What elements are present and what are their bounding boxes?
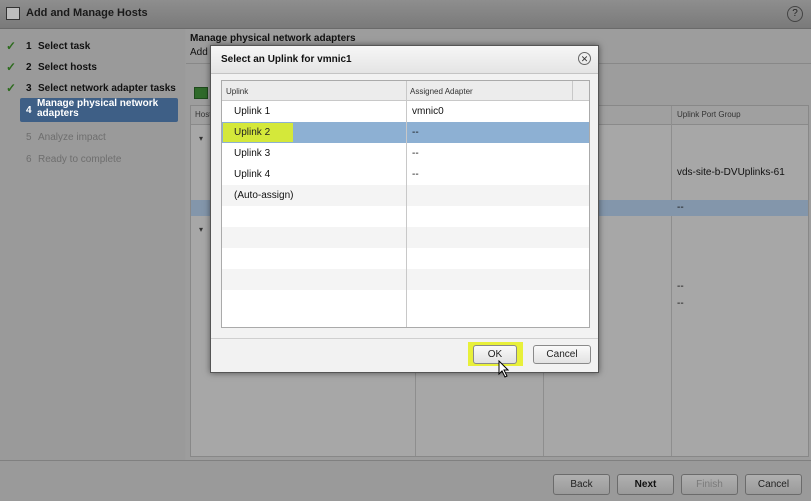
- help-icon[interactable]: ?: [787, 6, 803, 22]
- step-number: 5: [26, 132, 32, 143]
- step-manage-physical-adapters[interactable]: 4 Manage physical network adapters: [20, 98, 178, 122]
- grid-col-divider: [671, 106, 672, 456]
- select-uplink-dialog: Select an Uplink for vmnic1 ✕ Uplink Ass…: [210, 45, 599, 373]
- step-label: Ready to complete: [38, 154, 122, 165]
- window-title: Add and Manage Hosts: [26, 7, 148, 19]
- grid-cell: --: [677, 281, 684, 292]
- add-adapter-icon[interactable]: [194, 87, 208, 99]
- selected-row-value: --: [677, 202, 684, 213]
- column-header-uplink[interactable]: Uplink: [226, 87, 248, 96]
- dialog-titlebar: Select an Uplink for vmnic1 ✕: [211, 46, 598, 74]
- step-label: Select hosts: [38, 62, 97, 73]
- check-icon: ✓: [6, 60, 17, 74]
- column-header-assigned-adapter[interactable]: Assigned Adapter: [410, 87, 473, 96]
- step-number: 4: [26, 105, 32, 116]
- step-label: Select network adapter tasks: [38, 83, 176, 94]
- step-select-task[interactable]: ✓ 1 Select task: [6, 37, 181, 57]
- step-number: 3: [26, 83, 32, 94]
- header-divider: [572, 81, 573, 100]
- grid-cell: --: [677, 298, 684, 309]
- cancel-dialog-button[interactable]: Cancel: [533, 345, 591, 364]
- step-number: 2: [26, 62, 32, 73]
- assigned-adapter: vmnic0: [412, 106, 444, 117]
- column-header-host[interactable]: Host: [195, 110, 211, 119]
- step-label: Manage physical network adapters: [37, 98, 159, 119]
- step-analyze-impact: 5 Analyze impact: [6, 128, 181, 148]
- wizard-icon: [6, 7, 20, 20]
- uplink-name: Uplink 3: [234, 148, 271, 159]
- uplink-table: Uplink Assigned Adapter Uplink 1 vmnic0 …: [221, 80, 590, 328]
- mouse-pointer-icon: [498, 360, 510, 378]
- cancel-button[interactable]: Cancel: [745, 474, 802, 495]
- assigned-adapter: --: [412, 127, 419, 138]
- step-ready-to-complete: 6 Ready to complete: [6, 150, 181, 170]
- check-icon: ✓: [6, 81, 17, 95]
- next-button[interactable]: Next: [617, 474, 674, 495]
- column-divider: [406, 81, 407, 327]
- assigned-adapter: --: [412, 148, 419, 159]
- back-button[interactable]: Back: [553, 474, 610, 495]
- expand-triangle-icon[interactable]: ▾: [199, 134, 203, 143]
- page-subtitle: Add: [190, 47, 208, 58]
- step-number: 1: [26, 41, 32, 52]
- close-icon[interactable]: ✕: [578, 52, 591, 65]
- wizard-steps-nav: ✓ 1 Select task ✓ 2 Select hosts ✓ 3 Sel…: [0, 29, 185, 460]
- check-icon: ✓: [6, 39, 17, 53]
- wizard-footer: Back Next Finish Cancel: [0, 460, 811, 501]
- window-titlebar: Add and Manage Hosts ?: [0, 0, 811, 29]
- uplink-name: Uplink 1: [234, 106, 271, 117]
- assigned-adapter: --: [412, 169, 419, 180]
- dialog-footer-divider: [211, 338, 598, 339]
- step-label: Analyze impact: [38, 132, 106, 143]
- uplink-name: (Auto-assign): [234, 190, 294, 201]
- dialog-title: Select an Uplink for vmnic1: [221, 54, 352, 65]
- uplink-port-group-cell: vds-site-b-DVUplinks-61: [677, 167, 785, 178]
- step-select-network-adapter-tasks[interactable]: ✓ 3 Select network adapter tasks: [6, 79, 181, 99]
- step-select-hosts[interactable]: ✓ 2 Select hosts: [6, 58, 181, 78]
- column-header-uplink-port-group[interactable]: Uplink Port Group: [677, 110, 741, 119]
- finish-button: Finish: [681, 474, 738, 495]
- step-label: Select task: [38, 41, 91, 52]
- step-number: 6: [26, 154, 32, 165]
- uplink-name: Uplink 2: [234, 127, 271, 138]
- ok-button[interactable]: OK: [473, 345, 517, 364]
- expand-triangle-icon[interactable]: ▾: [199, 225, 203, 234]
- uplink-name: Uplink 4: [234, 169, 271, 180]
- page-title: Manage physical network adapters: [190, 33, 356, 44]
